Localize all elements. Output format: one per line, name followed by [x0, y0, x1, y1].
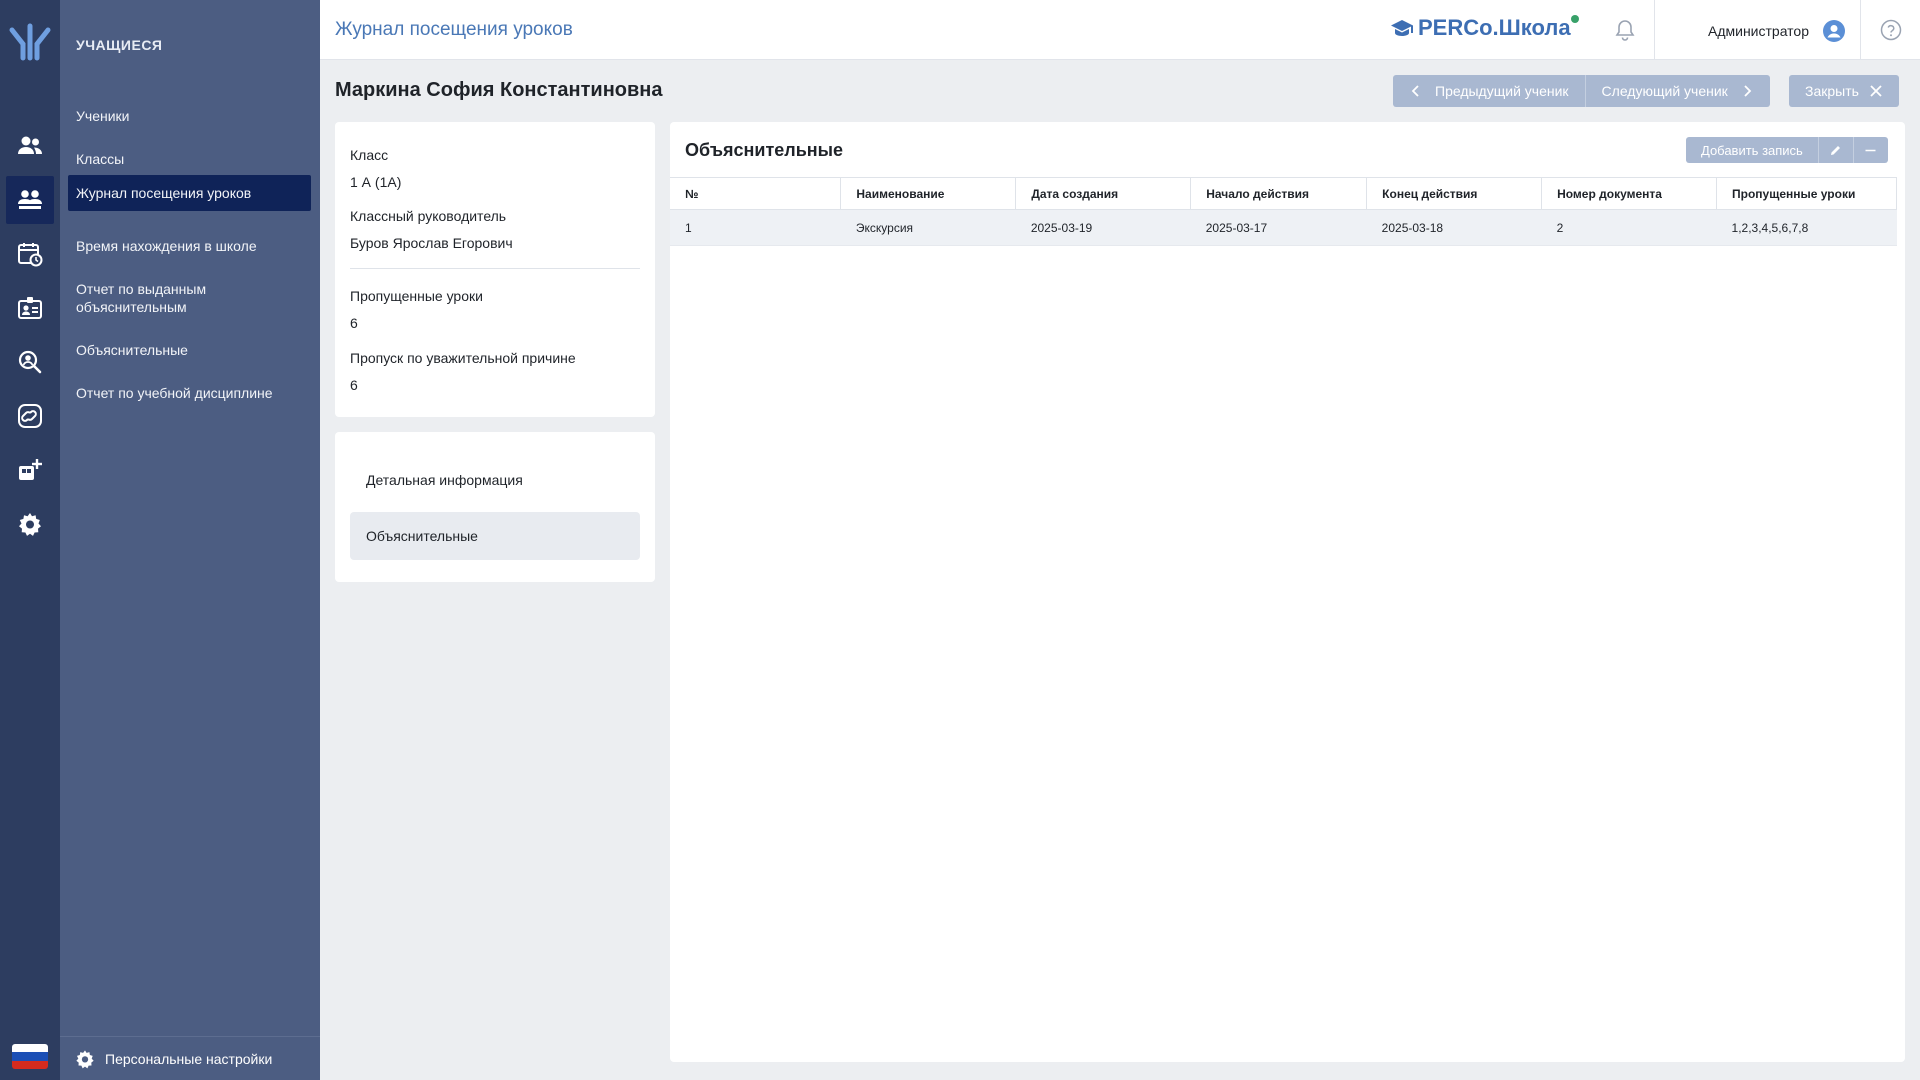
add-record-button[interactable]: Добавить запись	[1686, 137, 1818, 163]
edit-button[interactable]	[1817, 137, 1853, 163]
pencil-icon	[1831, 145, 1841, 155]
language-flag-icon[interactable]	[12, 1044, 48, 1069]
close-button[interactable]: Закрыть	[1789, 75, 1899, 107]
class-value: 1 А (1А)	[350, 174, 402, 190]
sidebar-item-students[interactable]: Ученики	[68, 98, 311, 134]
explanatory-notes-card: Объяснительные Добавить запись № Наимено…	[670, 122, 1905, 1062]
rail-users-icon[interactable]	[6, 122, 54, 170]
graduation-cap-icon	[1391, 20, 1413, 36]
user-menu[interactable]: Администратор	[1708, 20, 1846, 42]
student-info-card: Класс 1 А (1А) Классный руководитель Бур…	[335, 122, 655, 417]
missed-lessons-label: Пропущенные уроки	[350, 288, 483, 304]
remove-button[interactable]	[1852, 137, 1888, 163]
brand-name: PERCo.Школа	[1418, 15, 1571, 40]
column-header[interactable]: Номер документа	[1541, 177, 1718, 210]
status-dot	[1570, 15, 1579, 23]
table-cell: 1	[670, 209, 841, 246]
users-icon	[18, 136, 42, 154]
class-label: Класс	[350, 147, 389, 163]
rail-calendar-icon[interactable]	[6, 230, 54, 278]
teacher-label: Классный руководитель	[350, 208, 507, 224]
chevron-right-icon	[1744, 85, 1752, 97]
search-user-icon	[18, 350, 42, 374]
next-student-button[interactable]: Следующий ученик	[1584, 75, 1770, 107]
badge-icon	[18, 297, 42, 319]
excused-absence-value: 6	[350, 377, 358, 393]
page-title: Журнал посещения уроков	[335, 19, 573, 40]
sidebar-item-explanatory-notes[interactable]: Объяснительные	[68, 332, 311, 368]
column-header[interactable]: Начало действия	[1190, 177, 1368, 210]
column-header[interactable]: Дата создания	[1015, 177, 1192, 210]
add-device-icon	[19, 459, 42, 480]
header-separator	[1860, 0, 1861, 60]
column-header[interactable]: Наименование	[840, 177, 1017, 210]
gear-icon	[19, 513, 41, 536]
table-row[interactable]: 1 Экскурсия 2025-03-19 2025-03-17 2025-0…	[670, 209, 1897, 246]
personal-settings-label: Персональные настройки	[105, 1050, 273, 1067]
close-icon	[1870, 85, 1882, 97]
rail-students-icon[interactable]	[6, 176, 54, 224]
detail-nav-card: Детальная информация Объяснительные	[335, 432, 655, 582]
calendar-clock-icon	[18, 243, 43, 267]
table-cell: Экскурсия	[840, 209, 1016, 246]
bell-icon[interactable]	[1614, 18, 1636, 42]
close-group: Закрыть	[1789, 75, 1899, 107]
next-student-label: Следующий ученик	[1601, 83, 1728, 99]
rail-settings-icon[interactable]	[6, 500, 54, 548]
column-header[interactable]: №	[670, 177, 842, 210]
rail-badge-icon[interactable]	[6, 284, 54, 332]
excused-absence-label: Пропуск по уважительной причине	[350, 350, 576, 366]
sidebar-item-explanatory-report[interactable]: Отчет по выданным объяснительным	[68, 271, 311, 325]
sidebar-item-time-in-school[interactable]: Время нахождения в школе	[68, 228, 311, 264]
perco-logo-icon	[9, 23, 51, 61]
rail-add-device-icon[interactable]	[6, 446, 54, 494]
help-icon[interactable]	[1880, 19, 1902, 41]
table-header-row: № Наименование Дата создания Начало дейс…	[670, 177, 1897, 210]
column-header[interactable]: Конец действия	[1366, 177, 1543, 210]
table-cell: 2	[1541, 209, 1717, 246]
table-cell: 2025-03-18	[1366, 209, 1542, 246]
sidebar: УЧАЩИЕСЯ Ученики Классы Журнал посещения…	[60, 0, 320, 1080]
nav-item-details[interactable]: Детальная информация	[350, 456, 640, 504]
student-name: Маркина София Константиновна	[335, 79, 663, 101]
link-icon	[18, 404, 42, 428]
rail-search-user-icon[interactable]	[6, 338, 54, 386]
student-navigation: Предыдущий ученик Следующий ученик	[1393, 75, 1770, 107]
prev-student-button[interactable]: Предыдущий ученик	[1393, 75, 1585, 107]
personal-settings-button[interactable]: Персональные настройки	[60, 1036, 320, 1080]
column-header[interactable]: Пропущенные уроки	[1716, 177, 1897, 210]
section-title: Объяснительные	[685, 140, 844, 160]
gear-icon	[76, 1049, 94, 1068]
icon-rail	[0, 0, 60, 1080]
minus-icon	[1865, 149, 1876, 151]
missed-lessons-value: 6	[350, 315, 358, 331]
rail-link-icon[interactable]	[6, 392, 54, 440]
sidebar-section-title: УЧАЩИЕСЯ	[76, 37, 163, 53]
nav-item-explanatory[interactable]: Объяснительные	[350, 512, 640, 560]
sidebar-item-classes[interactable]: Классы	[68, 141, 311, 177]
explanatory-table: № Наименование Дата создания Начало дейс…	[670, 177, 1897, 246]
brand-logo: PERCo.Школа	[1390, 15, 1579, 41]
avatar-icon	[1823, 20, 1846, 42]
info-divider	[350, 268, 640, 269]
prev-student-label: Предыдущий ученик	[1435, 83, 1569, 99]
table-cell: 1,2,3,4,5,6,7,8	[1716, 209, 1897, 246]
user-name: Администратор	[1708, 23, 1810, 39]
table-cell: 2025-03-17	[1190, 209, 1367, 246]
top-header: Журнал посещения уроков PERCo.Школа Адми…	[320, 0, 1920, 60]
header-separator	[1654, 0, 1655, 60]
sidebar-item-attendance-journal[interactable]: Журнал посещения уроков	[68, 175, 311, 211]
teacher-value: Буров Ярослав Егорович	[350, 235, 513, 251]
close-label: Закрыть	[1805, 83, 1859, 99]
table-cell: 2025-03-19	[1015, 209, 1191, 246]
table-actions: Добавить запись	[1686, 137, 1888, 163]
chevron-left-icon	[1411, 85, 1419, 97]
sidebar-item-discipline-report[interactable]: Отчет по учебной дисциплине	[68, 375, 311, 411]
students-icon	[18, 190, 42, 209]
